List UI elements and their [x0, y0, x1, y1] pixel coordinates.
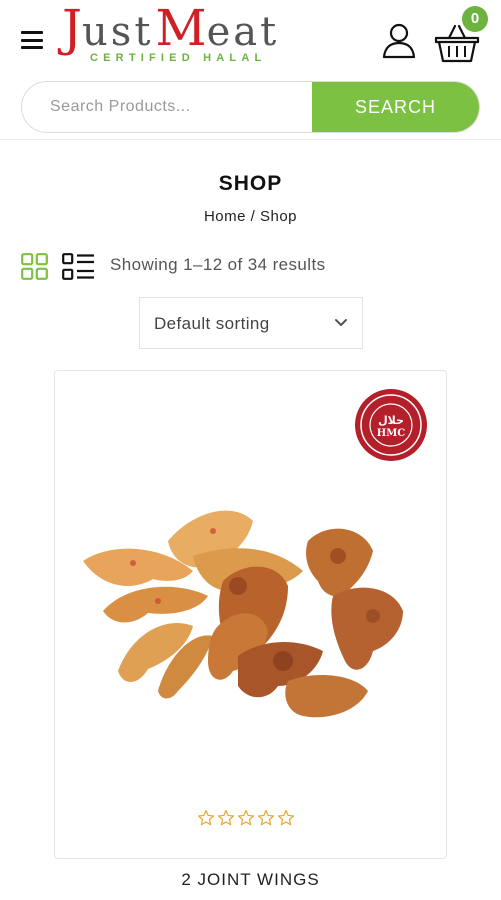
star-empty-icon — [237, 809, 255, 826]
star-empty-icon — [197, 809, 215, 826]
hamburger-menu-icon[interactable] — [21, 31, 43, 49]
sort-selected-value: Default sorting — [154, 314, 270, 333]
star-empty-icon — [217, 809, 235, 826]
search-button[interactable]: SEARCH — [312, 82, 479, 132]
logo-tagline: CERTIFIED HALAL — [90, 52, 267, 64]
breadcrumb-home-link[interactable]: Home — [204, 208, 246, 225]
site-header: J ust M eat CERTIFIED HALAL 0 SEARCH — [0, 0, 501, 140]
star-empty-icon — [277, 809, 295, 826]
chevron-down-icon — [335, 319, 347, 326]
site-logo[interactable]: J ust M eat CERTIFIED HALAL — [62, 0, 334, 66]
logo-letter-m: M — [155, 0, 207, 57]
cart-count-badge: 0 — [462, 6, 488, 32]
logo-letters-eat: eat — [206, 9, 280, 55]
product-card[interactable]: حلال HMC — [54, 370, 447, 859]
breadcrumb-separator: / — [250, 208, 256, 225]
sort-dropdown[interactable]: Default sorting — [139, 297, 363, 349]
star-empty-icon — [257, 809, 275, 826]
chicken-wings-product-image — [83, 510, 403, 718]
user-icon[interactable] — [381, 22, 417, 60]
product-name[interactable]: 2 JOINT WINGS — [0, 870, 501, 890]
svg-text:حلال: حلال — [378, 414, 404, 427]
list-view-icon[interactable] — [62, 253, 95, 280]
breadcrumb-current: Shop — [259, 208, 298, 225]
result-count: Showing 1–12 of 34 results — [110, 255, 326, 274]
svg-text:HMC: HMC — [377, 428, 406, 439]
logo-letters-ust: ust — [82, 9, 154, 55]
breadcrumb: Home / Shop — [0, 208, 501, 225]
logo-letter-j: J — [62, 0, 83, 57]
search-bar: SEARCH — [21, 81, 480, 133]
page-title: SHOP — [218, 172, 283, 195]
product-rating — [197, 809, 295, 827]
grid-view-icon[interactable] — [21, 253, 48, 280]
search-input[interactable] — [22, 82, 312, 132]
hmc-halal-badge-icon: حلال HMC — [355, 389, 427, 461]
